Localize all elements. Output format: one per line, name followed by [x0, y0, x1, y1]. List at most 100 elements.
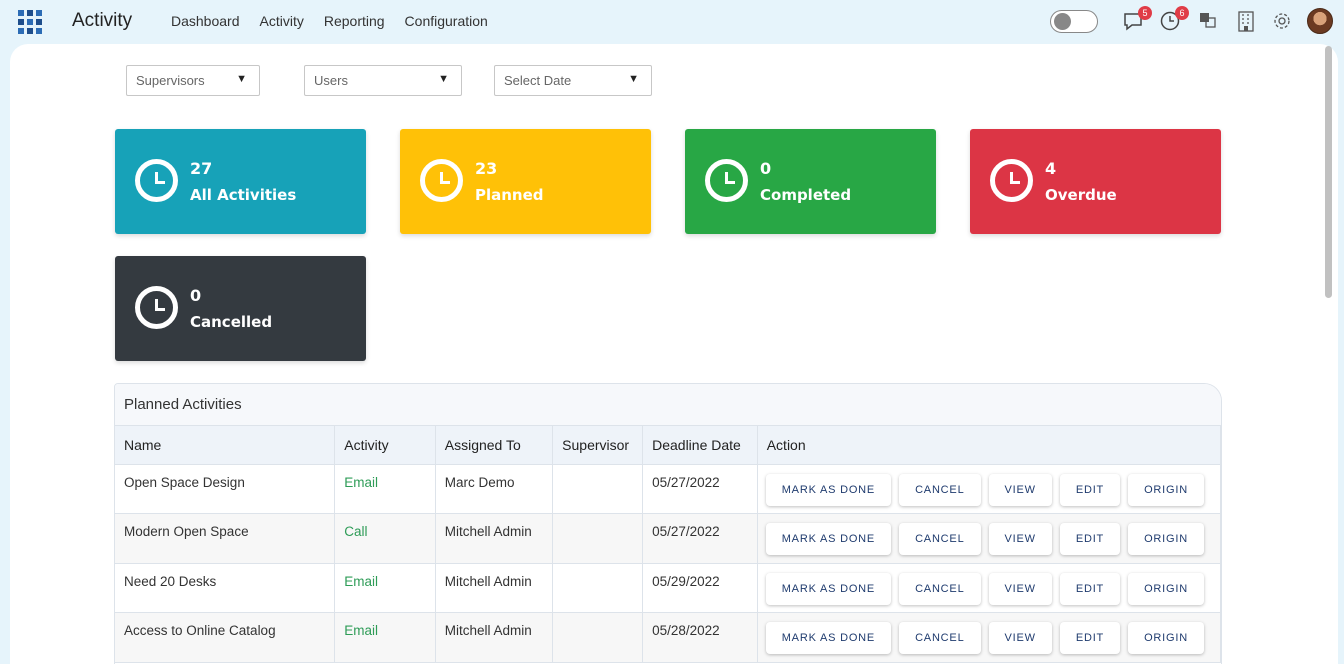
view-button[interactable]: VIEW — [988, 572, 1052, 605]
planned-activities-table: Name Activity Assigned To Supervisor Dea… — [115, 426, 1221, 663]
users-filter[interactable]: Users ▼ — [304, 65, 462, 96]
card-overdue[interactable]: 4 Overdue — [970, 129, 1221, 234]
cell-deadline: 05/29/2022 — [642, 563, 758, 613]
clock-icon — [135, 159, 178, 202]
cell-supervisor — [552, 612, 644, 663]
caret-down-icon: ▼ — [236, 73, 247, 85]
cell-supervisor — [552, 464, 644, 514]
cancel-button[interactable]: CANCEL — [899, 572, 981, 605]
caret-down-icon: ▼ — [438, 73, 449, 85]
clock-icon — [420, 159, 463, 202]
header-activity: Activity — [334, 426, 436, 465]
cell-activity: Email — [334, 563, 436, 613]
origin-button[interactable]: ORIGIN — [1128, 572, 1204, 605]
card-count: 23 — [475, 159, 498, 178]
dark-mode-toggle[interactable] — [1050, 10, 1098, 33]
mark-as-done-button[interactable]: MARK AS DONE — [765, 622, 892, 654]
clock-icon[interactable]: 6 — [1159, 6, 1189, 32]
cancel-button[interactable]: CANCEL — [899, 523, 981, 555]
card-all-activities[interactable]: 27 All Activities — [115, 129, 366, 234]
activities-badge: 6 — [1175, 6, 1189, 20]
card-label: Planned — [475, 186, 544, 204]
cell-name: Access to Online Catalog — [115, 612, 336, 663]
apps-grid-icon[interactable] — [18, 10, 42, 34]
translate-icon[interactable] — [1198, 10, 1220, 32]
origin-button[interactable]: ORIGIN — [1128, 523, 1204, 555]
cell-assigned-to: Mitchell Admin — [435, 612, 554, 663]
card-label: Overdue — [1045, 186, 1117, 204]
menu-dashboard[interactable]: Dashboard — [171, 13, 240, 29]
header-supervisor: Supervisor — [552, 426, 644, 465]
cancel-button[interactable]: CANCEL — [899, 473, 981, 506]
edit-button[interactable]: EDIT — [1059, 622, 1121, 654]
mark-as-done-button[interactable]: MARK AS DONE — [765, 473, 892, 506]
table-row: Open Space Design Email Marc Demo 05/27/… — [115, 464, 1221, 514]
card-completed[interactable]: 0 Completed — [685, 129, 936, 234]
cell-actions: MARK AS DONE CANCEL VIEW EDIT ORIGIN — [757, 513, 1221, 564]
users-filter-label: Users — [314, 73, 348, 88]
card-planned[interactable]: 23 Planned — [400, 129, 651, 234]
edit-button[interactable]: EDIT — [1059, 572, 1121, 605]
table-row: Modern Open Space Call Mitchell Admin 05… — [115, 513, 1221, 564]
cell-deadline: 05/28/2022 — [642, 612, 758, 663]
main-menu: Dashboard Activity Reporting Configurati… — [171, 13, 508, 29]
header-deadline-date: Deadline Date — [642, 426, 758, 465]
menu-activity[interactable]: Activity — [260, 13, 304, 29]
mark-as-done-button[interactable]: MARK AS DONE — [765, 572, 892, 605]
cell-deadline: 05/27/2022 — [642, 464, 758, 514]
cell-name: Modern Open Space — [115, 513, 336, 564]
view-button[interactable]: VIEW — [988, 523, 1052, 555]
menu-reporting[interactable]: Reporting — [324, 13, 385, 29]
card-count: 0 — [760, 159, 772, 178]
edit-button[interactable]: EDIT — [1059, 523, 1121, 555]
date-filter[interactable]: Select Date ▼ — [494, 65, 652, 96]
mark-as-done-button[interactable]: MARK AS DONE — [765, 523, 892, 555]
gear-icon[interactable] — [1271, 10, 1293, 32]
app-title: Activity — [72, 10, 133, 31]
cell-deadline: 05/27/2022 — [642, 513, 758, 564]
cell-actions: MARK AS DONE CANCEL VIEW EDIT ORIGIN — [757, 464, 1221, 514]
card-label: All Activities — [190, 186, 297, 204]
supervisors-filter[interactable]: Supervisors ▼ — [126, 65, 260, 96]
cell-name: Need 20 Desks — [115, 563, 336, 613]
cell-activity: Call — [334, 513, 436, 564]
clock-icon — [990, 159, 1033, 202]
cell-assigned-to: Mitchell Admin — [435, 513, 554, 564]
card-label: Cancelled — [190, 313, 273, 331]
top-navbar: Activity Dashboard Activity Reporting Co… — [0, 0, 1344, 44]
cell-name: Open Space Design — [115, 464, 336, 514]
cell-actions: MARK AS DONE CANCEL VIEW EDIT ORIGIN — [757, 612, 1221, 663]
view-button[interactable]: VIEW — [988, 473, 1052, 506]
menu-configuration[interactable]: Configuration — [405, 13, 488, 29]
origin-button[interactable]: ORIGIN — [1128, 622, 1204, 654]
cell-activity: Email — [334, 464, 436, 514]
card-count: 4 — [1045, 159, 1057, 178]
header-assigned-to: Assigned To — [435, 426, 554, 465]
toggle-knob — [1054, 13, 1071, 30]
date-filter-label: Select Date — [504, 73, 572, 88]
view-button[interactable]: VIEW — [988, 622, 1052, 654]
card-count: 0 — [190, 286, 202, 305]
table-row: Access to Online Catalog Email Mitchell … — [115, 612, 1221, 663]
cell-actions: MARK AS DONE CANCEL VIEW EDIT ORIGIN — [757, 563, 1221, 613]
card-cancelled[interactable]: 0 Cancelled — [115, 256, 366, 361]
origin-button[interactable]: ORIGIN — [1128, 473, 1204, 506]
cell-activity: Email — [334, 612, 436, 663]
scrollbar-thumb[interactable] — [1325, 46, 1332, 298]
caret-down-icon: ▼ — [628, 73, 639, 85]
header-action: Action — [757, 426, 1221, 465]
chat-icon[interactable]: 5 — [1122, 6, 1152, 32]
card-count: 27 — [190, 159, 213, 178]
user-avatar[interactable] — [1307, 8, 1333, 34]
planned-activities-panel: Planned Activities Name Activity Assigne… — [114, 383, 1222, 664]
cell-supervisor — [552, 563, 644, 613]
edit-button[interactable]: EDIT — [1059, 473, 1121, 506]
cell-assigned-to: Mitchell Admin — [435, 563, 554, 613]
card-label: Completed — [760, 186, 852, 204]
header-name: Name — [115, 426, 336, 465]
cancel-button[interactable]: CANCEL — [899, 622, 981, 654]
building-icon[interactable] — [1235, 10, 1257, 32]
supervisors-filter-label: Supervisors — [136, 73, 205, 88]
table-header-row: Name Activity Assigned To Supervisor Dea… — [115, 426, 1221, 465]
clock-icon — [135, 286, 178, 329]
